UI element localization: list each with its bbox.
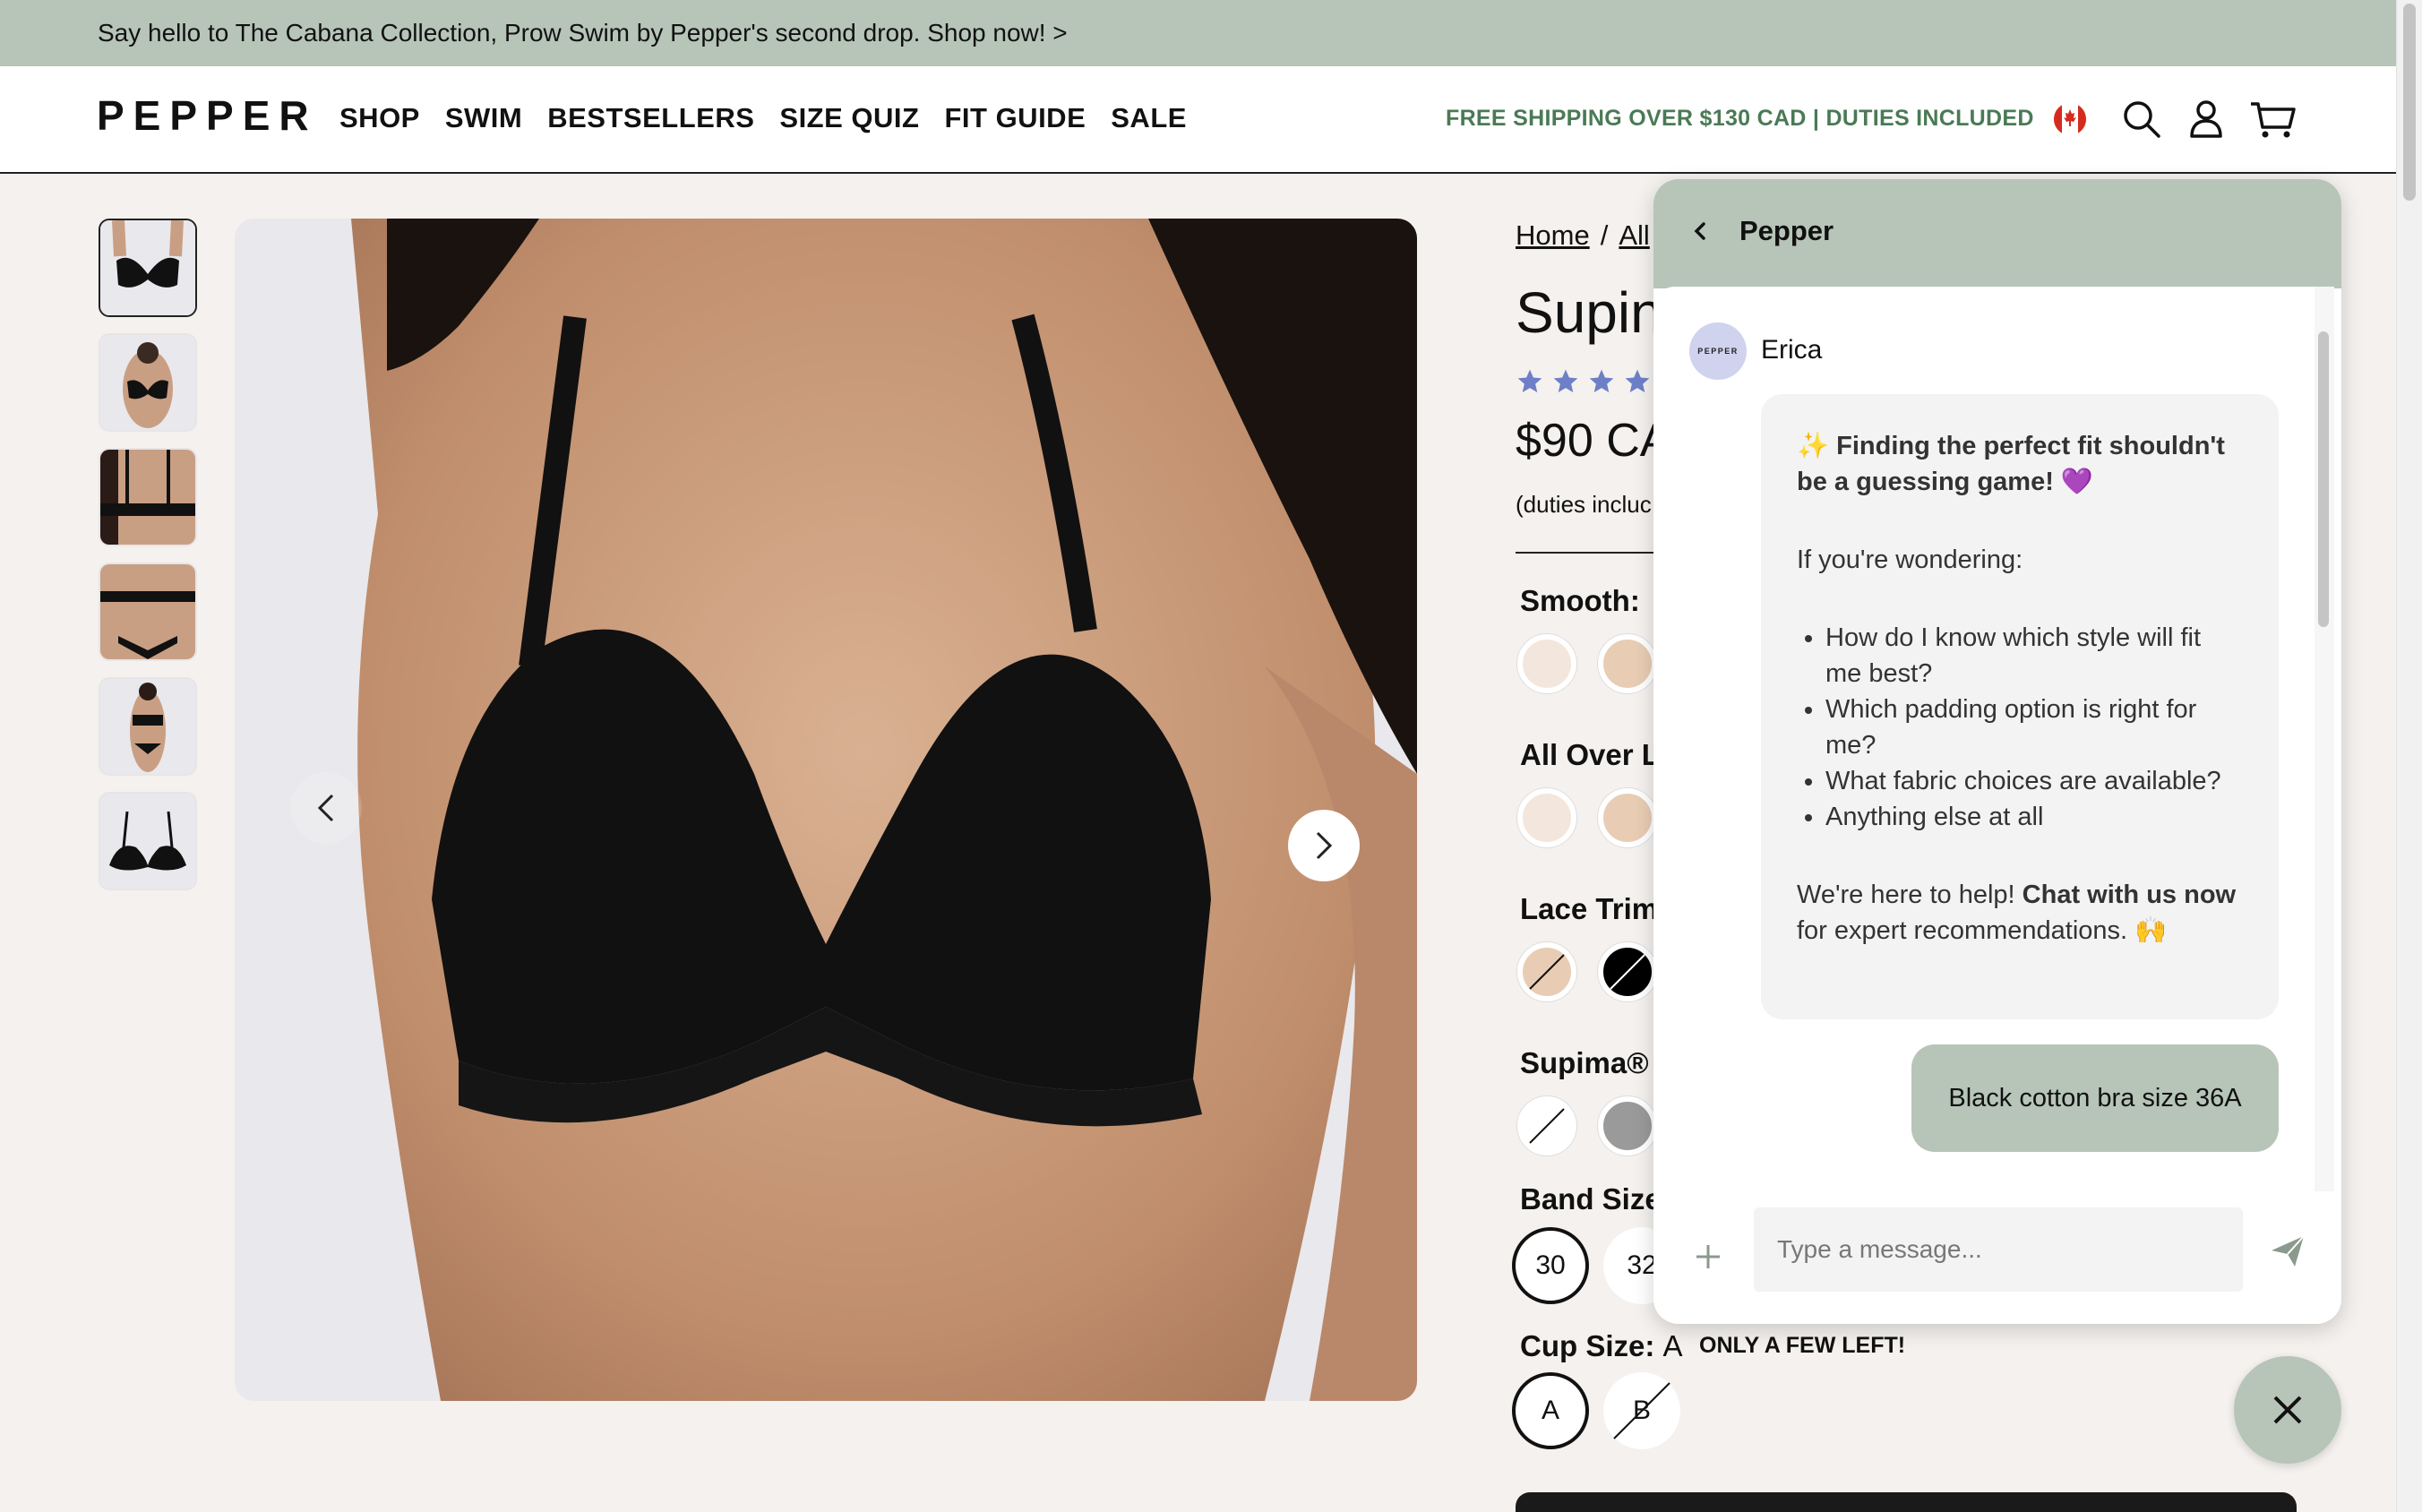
main-nav: SHOP SWIM BESTSELLERS SIZE QUIZ FIT GUID…: [339, 102, 1187, 134]
thumbnail-6[interactable]: [99, 792, 197, 890]
breadcrumb-separator: /: [1600, 219, 1609, 251]
duties-note: (duties incluc: [1516, 491, 1652, 518]
star-icon: [1553, 369, 1578, 392]
close-icon: [2273, 1396, 2302, 1424]
agent-message: ✨ Finding the perfect fit shouldn't be a…: [1761, 394, 2279, 1019]
user-message-text: Black cotton bra size 36A: [1948, 1083, 2242, 1113]
nav-shop[interactable]: SHOP: [339, 102, 420, 134]
message-intro: If you're wondering:: [1797, 546, 2023, 574]
chat-back-button[interactable]: [1682, 213, 1718, 249]
page-scrollbar[interactable]: [2396, 0, 2422, 1512]
shipping-notice: FREE SHIPPING OVER $130 CAD | DUTIES INC…: [1446, 106, 2034, 131]
add-to-cart-button[interactable]: [1516, 1492, 2297, 1512]
swatch-lace-nude[interactable]: [1598, 788, 1657, 847]
send-button[interactable]: [2268, 1231, 2307, 1270]
product-price: $90 CA: [1516, 415, 1671, 467]
message-bullet: Anything else at all: [1825, 799, 2243, 835]
nav-sale[interactable]: SALE: [1111, 102, 1187, 134]
main-product-image[interactable]: [235, 219, 1417, 1401]
chevron-left-icon: [1694, 222, 1705, 240]
swatch-supima-white-soldout[interactable]: [1517, 1096, 1576, 1155]
account-icon[interactable]: [2184, 97, 2229, 142]
band-size-label: Band Size: [1520, 1182, 1662, 1216]
cup-size-b-soldout[interactable]: B: [1603, 1372, 1680, 1449]
message-bullet: How do I know which style will fit me be…: [1825, 620, 2243, 692]
breadcrumb-all[interactable]: All: [1619, 219, 1649, 252]
star-icon: [1589, 369, 1614, 392]
page-scrollbar-thumb[interactable]: [2403, 4, 2416, 201]
search-icon[interactable]: [2119, 97, 2164, 142]
thumbnail-2[interactable]: [99, 333, 197, 432]
announcement-bar[interactable]: Say hello to The Cabana Collection, Prow…: [0, 0, 2396, 66]
message-headline: ✨ Finding the perfect fit shouldn't be a…: [1797, 432, 2225, 496]
attach-button[interactable]: [1689, 1238, 1727, 1276]
swatch-smooth-light[interactable]: [1517, 634, 1576, 693]
thumbnail-3[interactable]: [99, 448, 197, 546]
message-bullet: Which padding option is right for me?: [1825, 692, 2243, 763]
message-bullets: How do I know which style will fit me be…: [1825, 620, 2243, 835]
lace-trim-label: Lace Trim: [1520, 892, 1659, 925]
nav-bestsellers[interactable]: BESTSELLERS: [547, 102, 754, 134]
plus-icon: [1696, 1245, 1720, 1268]
breadcrumb-home[interactable]: Home: [1516, 219, 1590, 252]
star-icon: [1517, 369, 1542, 392]
cup-size-a[interactable]: A: [1512, 1372, 1589, 1449]
site-header: PEPPER SHOP SWIM BESTSELLERS SIZE QUIZ F…: [0, 66, 2396, 174]
low-stock-badge: ONLY A FEW LEFT!: [1699, 1333, 1906, 1358]
chat-widget: Pepper PEPPER Erica ✨ Finding the perfec…: [1653, 179, 2341, 1324]
chat-scrollbar-thumb[interactable]: [2318, 331, 2329, 627]
announcement-text[interactable]: Say hello to The Cabana Collection, Prow…: [98, 19, 1068, 47]
message-bullet: What fabric choices are available?: [1825, 763, 2243, 799]
message-input[interactable]: [1754, 1207, 2243, 1292]
nav-size-quiz[interactable]: SIZE QUIZ: [779, 102, 919, 134]
breadcrumb: Home / All: [1516, 219, 1650, 252]
cup-size-selected: A: [1662, 1329, 1683, 1362]
next-image-button[interactable]: [1288, 810, 1360, 881]
canada-flag-icon[interactable]: [2049, 97, 2094, 142]
cup-size-label-text: Cup Size:: [1520, 1329, 1655, 1362]
message-cta-suffix: for expert recommendations. 🙌: [1797, 916, 2168, 945]
send-icon: [2272, 1235, 2305, 1267]
thumbnail-1[interactable]: [99, 219, 197, 317]
swatch-trim-black-soldout[interactable]: [1598, 942, 1657, 1001]
message-cta-prefix: We're here to help!: [1797, 881, 2015, 909]
rating-stars[interactable]: [1516, 367, 1652, 396]
product-photo: [235, 219, 1417, 1401]
nav-swim[interactable]: SWIM: [445, 102, 522, 134]
message-cta: We're here to help! Chat with us now for…: [1797, 877, 2243, 949]
chat-close-button[interactable]: [2234, 1356, 2341, 1464]
chevron-right-icon: [1316, 831, 1333, 860]
smooth-label: Smooth:: [1520, 584, 1640, 617]
previous-image-button[interactable]: [290, 772, 362, 844]
cup-size-label: Cup Size: A: [1520, 1329, 1683, 1363]
nav-fit-guide[interactable]: FIT GUIDE: [944, 102, 1086, 134]
swatch-trim-nude-soldout[interactable]: [1517, 942, 1576, 1001]
swatch-supima-grey[interactable]: [1598, 1096, 1657, 1155]
agent-name: Erica: [1761, 335, 1823, 365]
chevron-left-icon: [317, 794, 334, 822]
chat-header: Pepper: [1653, 179, 2341, 288]
message-cta-bold: Chat with us now: [2022, 881, 2237, 909]
cart-icon[interactable]: [2248, 97, 2296, 142]
swatch-smooth-nude[interactable]: [1598, 634, 1657, 693]
thumbnail-5[interactable]: [99, 677, 197, 776]
user-message: Black cotton bra size 36A: [1911, 1044, 2279, 1152]
star-icon: [1625, 369, 1650, 392]
thumbnail-4[interactable]: [99, 563, 197, 661]
band-size-30[interactable]: 30: [1512, 1227, 1589, 1304]
thumbnail-list: [99, 219, 199, 906]
chat-title: Pepper: [1739, 215, 1834, 246]
swatch-lace-light[interactable]: [1517, 788, 1576, 847]
product-title: Supin: [1516, 280, 1662, 345]
agent-avatar: PEPPER: [1689, 322, 1747, 380]
chat-input-row: [1653, 1193, 2341, 1324]
all-over-lace-label: All Over L: [1520, 738, 1660, 771]
logo[interactable]: PEPPER: [97, 91, 318, 140]
